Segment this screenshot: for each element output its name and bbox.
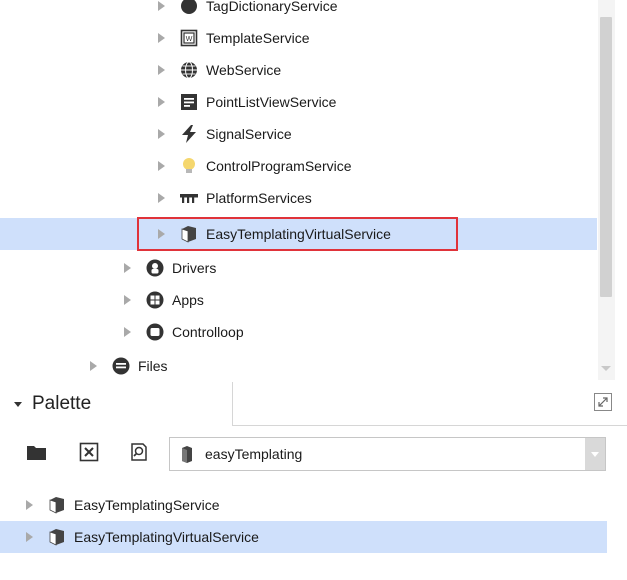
expand-arrow-icon[interactable] xyxy=(158,161,165,171)
cube-icon xyxy=(47,495,67,515)
tree-item-control-program-service[interactable]: ControlProgramService xyxy=(158,150,352,182)
tree-item-label: PlatformServices xyxy=(206,190,312,206)
expand-arrow-icon[interactable] xyxy=(158,65,165,75)
expand-arrow-icon[interactable] xyxy=(158,33,165,43)
template-icon: W xyxy=(179,28,199,48)
expand-arrow-icon[interactable] xyxy=(124,327,131,337)
expand-arrow-icon[interactable] xyxy=(158,1,165,11)
close-palette-button[interactable] xyxy=(78,441,100,463)
palette-item-label: EasyTemplatingService xyxy=(74,497,220,513)
tree-item-signal-service[interactable]: SignalService xyxy=(158,118,292,150)
open-folder-button[interactable] xyxy=(26,441,48,463)
platform-icon xyxy=(179,188,199,208)
tree-item-web-service[interactable]: WebService xyxy=(158,54,281,86)
scroll-down-arrow-icon[interactable] xyxy=(601,366,611,371)
module-select-value: easyTemplating xyxy=(205,446,303,462)
close-icon xyxy=(79,442,99,462)
palette-item-label: EasyTemplatingVirtualService xyxy=(74,529,259,545)
tree-item-label: TagDictionaryService xyxy=(206,0,338,14)
search-icon xyxy=(131,443,147,461)
cube-icon xyxy=(47,527,67,547)
highlight-annotation-box xyxy=(137,217,458,251)
nav-tree: TagDictionaryService W TemplateService W… xyxy=(0,0,627,380)
palette-title: Palette xyxy=(32,393,92,414)
tree-item-label: SignalService xyxy=(206,126,292,142)
find-button[interactable] xyxy=(128,441,150,463)
tree-item-label: WebService xyxy=(206,62,282,78)
palette-item-easy-templating-service[interactable]: EasyTemplatingService xyxy=(0,489,607,521)
expand-arrow-icon[interactable] xyxy=(26,500,33,510)
svg-text:W: W xyxy=(186,36,193,43)
tree-item-tag-dictionary-service[interactable]: TagDictionaryService xyxy=(158,0,338,22)
tree-scrollbar-thumb[interactable] xyxy=(600,17,612,297)
tree-item-label: PointListViewService xyxy=(206,94,337,110)
controlloop-icon xyxy=(145,322,165,342)
expand-arrow-icon[interactable] xyxy=(158,97,165,107)
cube-icon xyxy=(177,444,197,464)
tag-dictionary-icon xyxy=(179,0,199,16)
tree-item-label: Apps xyxy=(172,292,204,308)
dropdown-arrow-icon[interactable] xyxy=(585,438,605,470)
tree-item-label: Controlloop xyxy=(172,324,244,340)
maximize-icon[interactable] xyxy=(594,393,612,411)
module-select[interactable]: easyTemplating xyxy=(169,437,606,471)
files-icon xyxy=(111,356,131,376)
tree-item-label: ControlProgramService xyxy=(206,158,352,174)
apps-icon xyxy=(145,290,165,310)
tree-item-point-list-view-service[interactable]: PointListViewService xyxy=(158,86,336,118)
drivers-icon xyxy=(145,258,165,278)
folder-icon xyxy=(27,446,46,460)
lightning-icon xyxy=(179,124,199,144)
collapse-arrow-icon[interactable] xyxy=(14,401,22,407)
expand-arrow-icon[interactable] xyxy=(158,193,165,203)
tree-item-template-service[interactable]: W TemplateService xyxy=(158,22,310,54)
globe-icon xyxy=(179,60,199,80)
tree-item-platform-services[interactable]: PlatformServices xyxy=(158,182,312,214)
list-view-icon xyxy=(179,92,199,112)
expand-arrow-icon[interactable] xyxy=(90,361,97,371)
expand-arrow-icon[interactable] xyxy=(26,532,33,542)
tree-item-drivers[interactable]: Drivers xyxy=(124,252,216,284)
tree-item-apps[interactable]: Apps xyxy=(124,284,204,316)
expand-arrow-icon[interactable] xyxy=(158,129,165,139)
expand-arrow-icon[interactable] xyxy=(124,295,131,305)
tree-item-files[interactable]: Files xyxy=(90,350,168,380)
lightbulb-icon xyxy=(179,156,199,176)
expand-arrow-icon[interactable] xyxy=(124,263,131,273)
palette-item-easy-templating-virtual-service[interactable]: EasyTemplatingVirtualService xyxy=(0,521,607,553)
tree-item-controlloop[interactable]: Controlloop xyxy=(124,316,244,348)
palette-tab[interactable]: Palette xyxy=(0,382,233,426)
tree-item-label: Drivers xyxy=(172,260,217,276)
tree-item-label: TemplateService xyxy=(206,30,310,46)
tree-item-label: Files xyxy=(138,358,168,374)
